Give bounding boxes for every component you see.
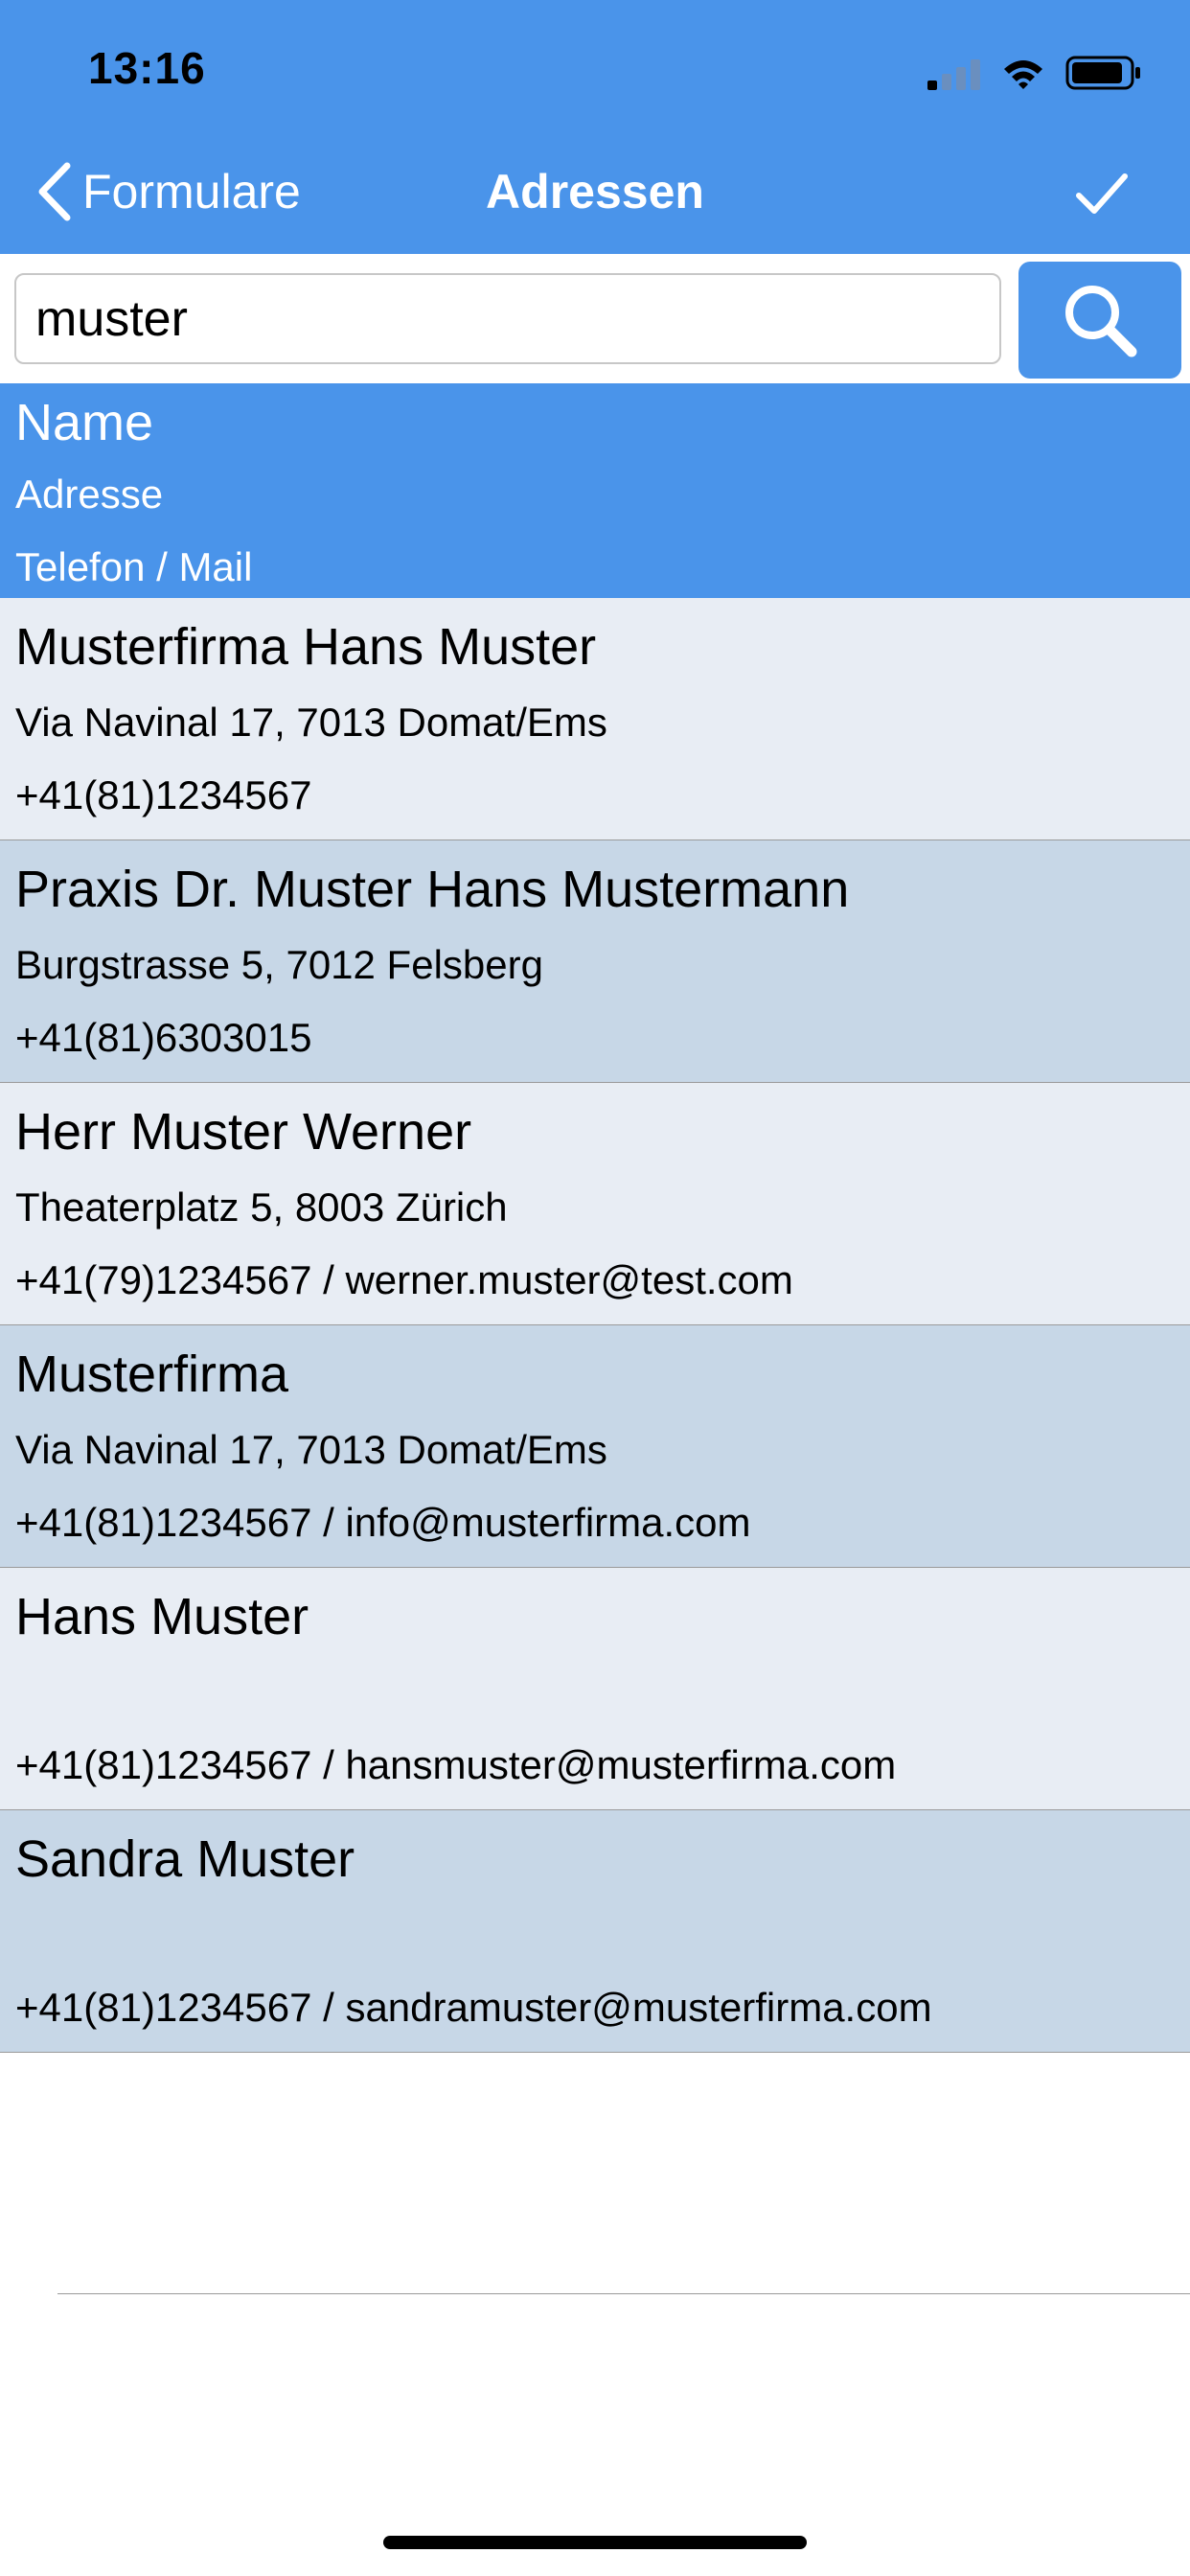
search-input[interactable] [14, 273, 1001, 364]
home-indicator [383, 2536, 807, 2549]
status-bar: 13:16 [0, 0, 1190, 144]
navigation-bar: Formulare Adressen [0, 144, 1190, 254]
list-item-contact: +41(81)6303015 [15, 1015, 312, 1060]
status-time: 13:16 [88, 43, 206, 93]
list-item-contact: +41(81)1234567 / hansmuster@musterfirma.… [15, 1742, 897, 1787]
checkmark-icon [1076, 173, 1128, 214]
list-item-name: Sandra Muster [15, 1830, 355, 1888]
search-icon [1065, 286, 1137, 357]
list-item-name: Musterfirma Hans Muster [15, 618, 597, 676]
list-item[interactable]: Musterfirma Hans Muster Via Navinal 17, … [0, 598, 1190, 840]
list-item[interactable]: Herr Muster Werner Theaterplatz 5, 8003 … [0, 1083, 1190, 1325]
done-button[interactable] [1071, 163, 1133, 224]
list-item[interactable]: Hans Muster +41(81)1234567 / hansmuster@… [0, 1568, 1190, 1810]
battery-icon [1065, 56, 1140, 90]
list-item[interactable]: Sandra Muster +41(81)1234567 / sandramus… [0, 1810, 1190, 2053]
list-item-address: Via Navinal 17, 7013 Domat/Ems [15, 700, 607, 745]
chevron-left-icon [38, 162, 71, 221]
list-item-address: Via Navinal 17, 7013 Domat/Ems [15, 1427, 607, 1472]
list-item-name: Hans Muster [15, 1588, 309, 1645]
list-item-contact: +41(81)1234567 / sandramuster@musterfirm… [15, 1985, 932, 2030]
list-item-name: Praxis Dr. Muster Hans Mustermann [15, 861, 850, 918]
list-item[interactable]: Praxis Dr. Muster Hans Mustermann Burgst… [0, 840, 1190, 1083]
wifi-icon [1004, 60, 1042, 89]
list-header: Name Adresse Telefon / Mail [0, 383, 1190, 598]
list-item-contact: +41(81)1234567 / info@musterfirma.com [15, 1500, 751, 1545]
list-item-contact: +41(81)1234567 [15, 772, 312, 817]
list-item-name: Herr Muster Werner [15, 1103, 472, 1161]
list-item-name: Musterfirma [15, 1346, 289, 1403]
status-icons [927, 52, 1142, 90]
list-item-address: Burgstrasse 5, 7012 Felsberg [15, 942, 543, 987]
header-address-label: Adresse [15, 472, 164, 517]
header-contact-label: Telefon / Mail [15, 544, 253, 589]
address-list: Musterfirma Hans Muster Via Navinal 17, … [0, 598, 1190, 2053]
list-item[interactable]: Musterfirma Via Navinal 17, 7013 Domat/E… [0, 1325, 1190, 1568]
back-button-label: Formulare [82, 165, 301, 218]
search-button[interactable] [1018, 262, 1181, 379]
list-item-address: Theaterplatz 5, 8003 Zürich [15, 1184, 508, 1230]
empty-row-divider [57, 2293, 1190, 2294]
cellular-signal-icon [927, 59, 980, 90]
list-item-contact: +41(79)1234567 / werner.muster@test.com [15, 1257, 793, 1302]
back-button[interactable]: Formulare [34, 144, 301, 240]
search-row [0, 254, 1190, 383]
header-name-label: Name [15, 394, 154, 451]
